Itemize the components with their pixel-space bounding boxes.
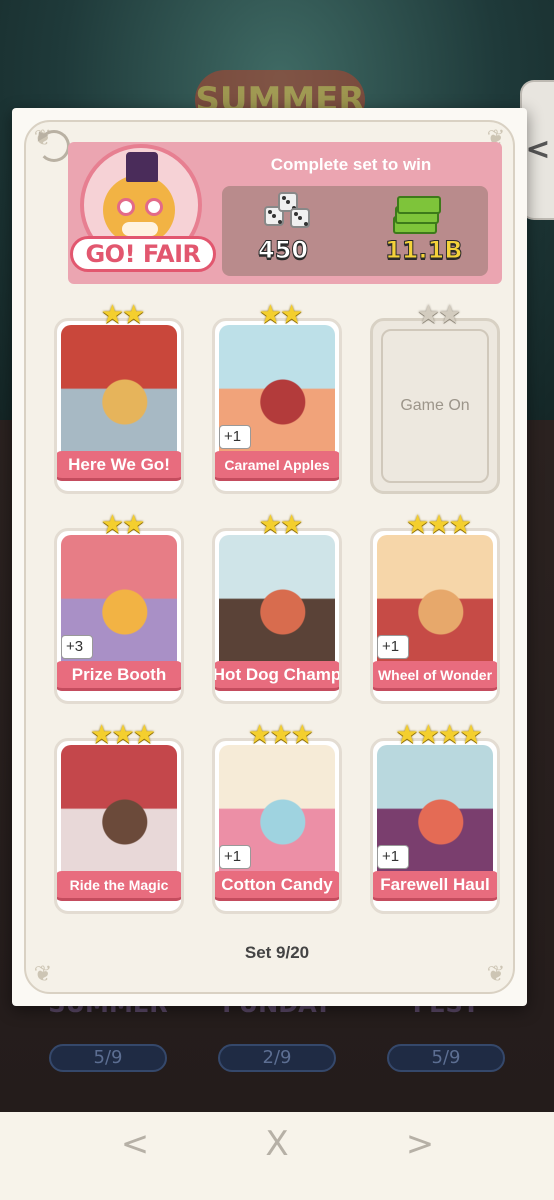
star-icon: ★	[258, 300, 282, 330]
card-stars: ★★	[50, 302, 196, 328]
card-stars: ★★★	[208, 722, 354, 748]
card-stars: ★★	[208, 302, 354, 328]
card[interactable]: Ride the Magic	[54, 738, 184, 914]
duplicate-count-badge: +1	[219, 845, 251, 869]
star-icon: ★	[416, 720, 440, 750]
card[interactable]: Hot Dog Champ	[212, 528, 342, 704]
star-icon: ★	[258, 510, 282, 540]
card-slot[interactable]: ★★ Here We Go!	[50, 302, 196, 500]
star-icon: ★	[438, 720, 462, 750]
card-stars: ★★	[208, 512, 354, 538]
card-slot[interactable]: ★★ Hot Dog Champ	[208, 512, 354, 710]
chevron-left-icon: <	[525, 132, 551, 167]
star-icon: ★	[280, 300, 304, 330]
card[interactable]: Caramel Apples +1	[212, 318, 342, 494]
star-icon: ★	[100, 510, 124, 540]
star-icon: ★	[122, 510, 146, 540]
collection-progress: 2/9	[218, 1044, 336, 1072]
card-name: Caramel Apples	[215, 451, 339, 481]
set-logo-text: GO! FAIR	[70, 236, 216, 272]
star-icon: ★	[406, 510, 430, 540]
cash-stack-icon	[393, 196, 441, 236]
mascot-eye	[117, 198, 135, 216]
next-set-button[interactable]: >	[400, 1124, 440, 1164]
star-icon: ★	[416, 300, 440, 330]
card-slot[interactable]: ★★★★ Farewell Haul +1	[366, 722, 512, 920]
card[interactable]: Here We Go!	[54, 318, 184, 494]
card-stars: ★★★	[366, 512, 512, 538]
card[interactable]: Prize Booth +3	[54, 528, 184, 704]
background-collections: SUMMER 5/9 FUNDAY 2/9 FEST 5/9	[0, 990, 554, 1120]
star-icon: ★	[269, 720, 293, 750]
corner-ornament-icon: ❦	[33, 962, 53, 987]
reward-title: Complete set to win	[270, 155, 432, 174]
card-stars: ★★★★	[366, 722, 512, 748]
duplicate-count-badge: +1	[377, 845, 409, 869]
card-artwork	[219, 535, 335, 675]
card-name: Ride the Magic	[57, 871, 181, 901]
card-slot[interactable]: ★★ Prize Booth +3	[50, 512, 196, 710]
card-artwork	[61, 745, 177, 885]
reward-dice-value: 450	[257, 236, 309, 265]
star-icon: ★	[90, 720, 114, 750]
card-name: Hot Dog Champ	[215, 661, 339, 691]
star-icon: ★	[290, 720, 314, 750]
duplicate-count-badge: +1	[219, 425, 251, 449]
reward-cash-value: 11.1B	[385, 236, 464, 265]
star-icon: ★	[132, 720, 156, 750]
card-slot[interactable]: ★★★ Cotton Candy +1	[208, 722, 354, 920]
card-name: Cotton Candy	[215, 871, 339, 901]
card[interactable]: Cotton Candy +1	[212, 738, 342, 914]
card[interactable]: Wheel of Wonder +1	[370, 528, 500, 704]
card-slot[interactable]: ★★★ Wheel of Wonder +1	[366, 512, 512, 710]
star-icon: ★	[100, 300, 124, 330]
card-slot[interactable]: ★★ Caramel Apples +1	[208, 302, 354, 500]
mascot-eye	[145, 198, 163, 216]
card-stars: ★★★	[50, 722, 196, 748]
star-icon: ★	[427, 510, 451, 540]
card-stars: ★★	[50, 512, 196, 538]
top-hat-icon	[126, 152, 158, 182]
star-icon: ★	[280, 510, 304, 540]
card[interactable]: Farewell Haul +1	[370, 738, 500, 914]
star-icon: ★	[111, 720, 135, 750]
duplicate-count-badge: +1	[377, 635, 409, 659]
dice-icon	[264, 192, 312, 236]
star-icon: ★	[438, 300, 462, 330]
card-artwork	[61, 325, 177, 465]
duplicate-count-badge: +3	[61, 635, 93, 659]
card-stars: ★★	[366, 302, 512, 328]
card-missing[interactable]: Game On	[370, 318, 500, 494]
card-name: Here We Go!	[57, 451, 181, 481]
card-name: Game On	[381, 329, 489, 483]
close-button[interactable]: X	[257, 1124, 297, 1164]
star-icon: ★	[122, 300, 146, 330]
mascot-mustache	[122, 222, 158, 236]
star-icon: ★	[448, 510, 472, 540]
card-name: Wheel of Wonder	[373, 661, 497, 691]
collection-progress: 5/9	[387, 1044, 505, 1072]
card-slot[interactable]: ★★ Game On	[366, 302, 512, 500]
card-slot[interactable]: ★★★ Ride the Magic	[50, 722, 196, 920]
collection-progress: 5/9	[49, 1044, 167, 1072]
history-icon[interactable]	[38, 130, 70, 162]
star-icon: ★	[248, 720, 272, 750]
corner-ornament-icon: ❦	[486, 962, 506, 987]
set-counter: Set 9/20	[244, 943, 310, 962]
star-icon: ★	[459, 720, 483, 750]
card-name: Farewell Haul	[373, 871, 497, 901]
previous-set-button[interactable]: <	[115, 1124, 155, 1164]
card-name: Prize Booth	[57, 661, 181, 691]
star-icon: ★	[395, 720, 419, 750]
